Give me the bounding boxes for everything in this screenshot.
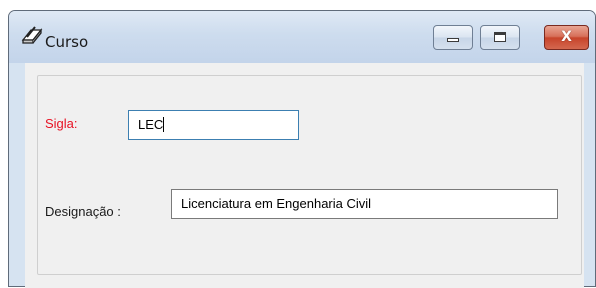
- sigla-label: Sigla:: [45, 116, 78, 131]
- maximize-icon: [494, 32, 506, 42]
- designacao-value: Licenciatura em Engenharia Civil: [181, 196, 372, 211]
- sigla-value: LEC: [138, 117, 164, 132]
- sigla-input[interactable]: LEC: [128, 110, 299, 140]
- close-icon: X: [561, 29, 572, 45]
- book-pencil-icon: [21, 26, 43, 44]
- minimize-button[interactable]: [433, 25, 473, 50]
- text-caret: [163, 117, 165, 132]
- close-button[interactable]: X: [544, 25, 589, 50]
- form-group-box: [37, 75, 582, 275]
- minimize-icon: [447, 38, 459, 42]
- title-bar[interactable]: Curso X: [9, 11, 595, 63]
- designacao-label: Designação :: [45, 204, 121, 219]
- maximize-button[interactable]: [480, 25, 520, 50]
- curso-window: Curso X: [8, 10, 596, 288]
- client-area: [25, 63, 584, 288]
- designacao-input[interactable]: Licenciatura em Engenharia Civil: [171, 189, 558, 219]
- window-title: Curso: [45, 33, 89, 51]
